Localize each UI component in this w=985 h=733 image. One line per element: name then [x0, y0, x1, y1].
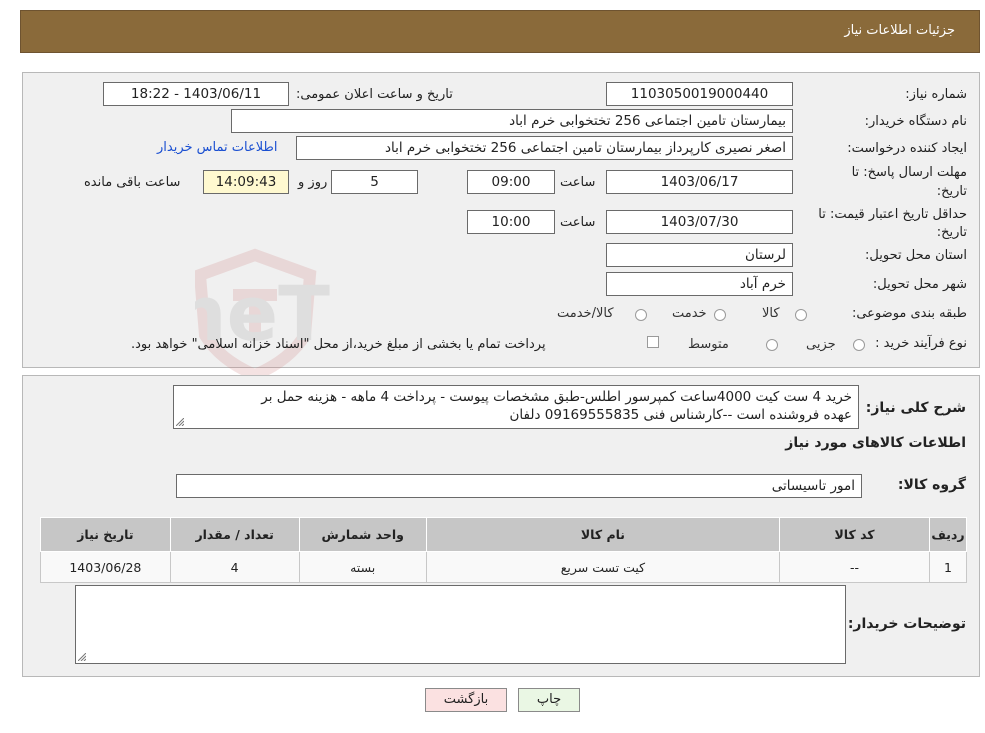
- validity-time-field: 10:00: [467, 210, 555, 234]
- category-service-label: خدمت: [672, 306, 707, 321]
- buyer-org-field: بیمارستان تامین اجتماعی 256 تختخوابی خرم…: [231, 109, 793, 133]
- purchase-type-label: نوع فرآیند خرید :: [875, 336, 967, 351]
- purchase-medium-radio[interactable]: [766, 339, 778, 351]
- price-validity-label: حداقل تاریخ اعتبار قیمت: تا: [818, 207, 967, 222]
- buyer-org-label: نام دستگاه خریدار:: [864, 114, 967, 129]
- page-header: جزئیات اطلاعات نیاز: [20, 10, 980, 53]
- summary-label: شرح کلی نیاز:: [865, 400, 966, 416]
- reply-time-field: 09:00: [467, 170, 555, 194]
- reply-deadline-label: مهلت ارسال پاسخ: تا: [851, 165, 967, 180]
- category-goods-service-radio[interactable]: [635, 309, 647, 321]
- buyer-notes-textarea[interactable]: [75, 585, 846, 664]
- buyer-notes-label: توضیحات خریدار:: [847, 616, 966, 632]
- category-goods-radio[interactable]: [795, 309, 807, 321]
- cell-quantity: 4: [169, 551, 300, 583]
- col-goods-code: کد کالا: [779, 517, 931, 552]
- purchase-minor-label: جزیی: [806, 337, 836, 352]
- category-goods-label: کالا: [762, 306, 780, 321]
- col-row-no: ردیف: [929, 517, 967, 552]
- goods-info-title: اطلاعات کالاهای مورد نیاز: [785, 435, 966, 451]
- announce-datetime-field: 1403/06/11 - 18:22: [103, 82, 289, 106]
- goods-table: ردیف کد کالا نام کالا واحد شمارش تعداد /…: [40, 517, 967, 583]
- reply-deadline-label-date: تاریخ:: [936, 184, 967, 199]
- remaining-time-field: 14:09:43: [203, 170, 289, 194]
- category-label: طبقه بندی موضوعی:: [851, 306, 967, 321]
- city-field: خرم آباد: [606, 272, 793, 296]
- province-label: استان محل تحویل:: [865, 248, 967, 263]
- goods-group-field: امور تاسیساتی: [176, 474, 862, 498]
- validity-hour-label: ساعت: [560, 215, 596, 230]
- col-quantity: تعداد / مقدار: [169, 517, 300, 552]
- col-need-date: تاریخ نیاز: [40, 517, 171, 552]
- print-button[interactable]: چاپ: [518, 688, 580, 712]
- requester-label: ایجاد کننده درخواست:: [847, 141, 967, 156]
- goods-group-label: گروه کالا:: [897, 477, 966, 493]
- treasury-docs-note: پرداخت تمام یا بخشی از مبلغ خرید،از محل …: [131, 337, 546, 352]
- purchase-minor-radio[interactable]: [853, 339, 865, 351]
- page-title: جزئیات اطلاعات نیاز: [844, 23, 955, 38]
- cell-need-date: 1403/06/28: [40, 551, 171, 583]
- category-service-radio[interactable]: [714, 309, 726, 321]
- days-field: 5: [331, 170, 418, 194]
- city-label: شهر محل تحویل:: [872, 277, 967, 292]
- col-unit: واحد شمارش: [298, 517, 427, 552]
- treasury-docs-checkbox[interactable]: [647, 336, 659, 348]
- back-button[interactable]: بازگشت: [425, 688, 507, 712]
- need-number-field: 1103050019000440: [606, 82, 793, 106]
- days-label: روز و: [298, 175, 328, 190]
- reply-date-field: 1403/06/17: [606, 170, 793, 194]
- validity-date-field: 1403/07/30: [606, 210, 793, 234]
- category-goods-service-label: کالا/خدمت: [557, 306, 614, 321]
- table-row: 1 -- کیت تست سریع بسته 4 1403/06/28: [40, 551, 967, 583]
- cell-row-no: 1: [929, 551, 967, 583]
- summary-line-2: عهده فروشنده است --کارشناس فنی 091695558…: [509, 407, 852, 423]
- need-number-label: شماره نیاز:: [905, 87, 967, 102]
- remaining-time-label: ساعت باقی مانده: [84, 175, 181, 190]
- province-field: لرستان: [606, 243, 793, 267]
- requester-field: اصغر نصیری کارپرداز بیمارستان تامین اجتم…: [296, 136, 793, 160]
- summary-line-1: خرید 4 ست کیت 4000ساعت کمپرسور اطلس-طبق …: [261, 389, 852, 405]
- cell-goods-name: کیت تست سریع: [425, 551, 781, 583]
- cell-goods-code: --: [779, 551, 931, 583]
- resize-grip-icon[interactable]: [78, 653, 86, 661]
- summary-textarea[interactable]: خرید 4 ست کیت 4000ساعت کمپرسور اطلس-طبق …: [173, 385, 859, 429]
- cell-unit: بسته: [298, 551, 427, 583]
- col-goods-name: نام کالا: [425, 517, 781, 552]
- price-validity-label-date: تاریخ:: [936, 225, 967, 240]
- announce-datetime-label: تاریخ و ساعت اعلان عمومی:: [296, 87, 453, 102]
- resize-grip-icon[interactable]: [176, 418, 184, 426]
- buyer-contact-link[interactable]: اطلاعات تماس خریدار: [157, 140, 277, 155]
- goods-table-header: ردیف کد کالا نام کالا واحد شمارش تعداد /…: [40, 517, 967, 552]
- reply-hour-label: ساعت: [560, 175, 596, 190]
- purchase-medium-label: متوسط: [688, 337, 729, 352]
